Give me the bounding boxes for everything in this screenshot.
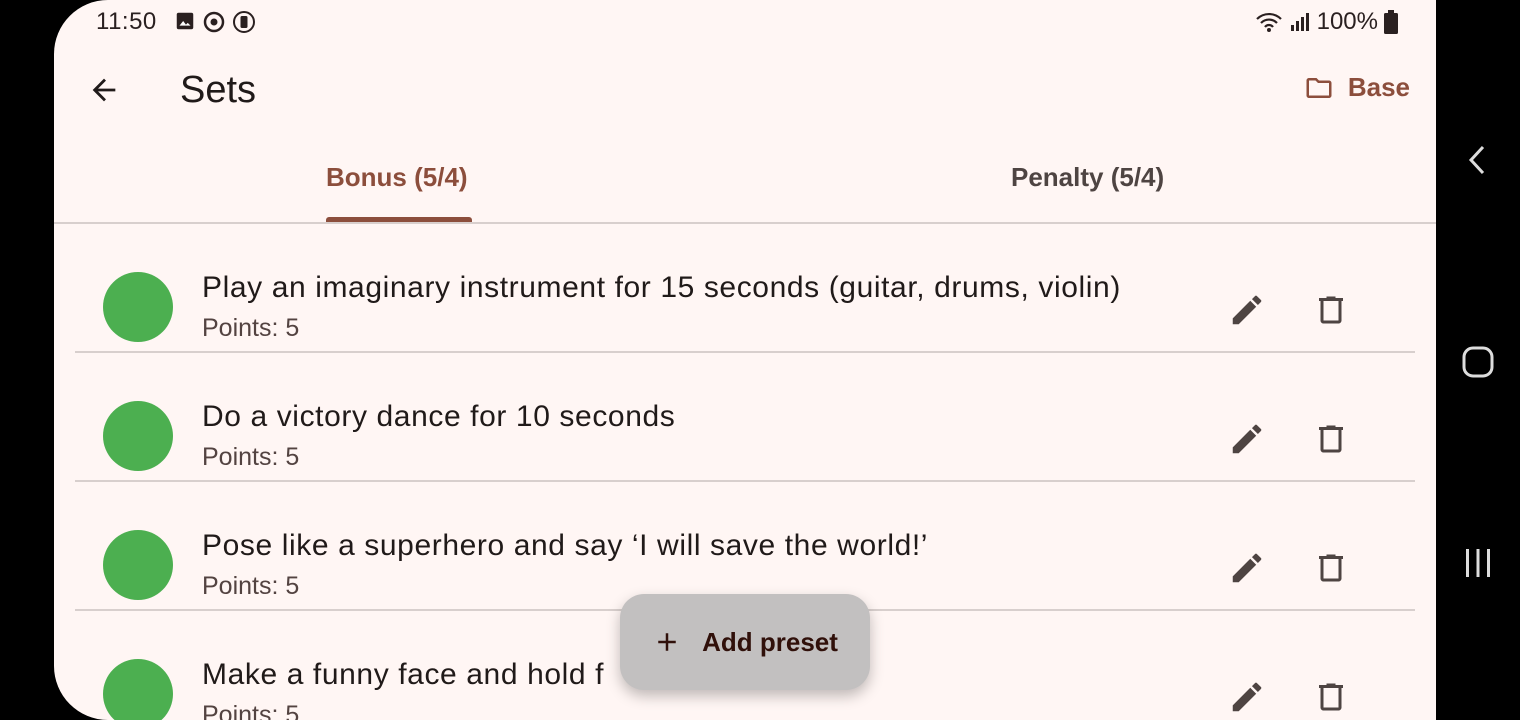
item-title: Make a funny face and hold f xyxy=(202,658,605,691)
app-screen: 11:50 100% Sets Base Bonus (5/4) Penalty… xyxy=(54,0,1436,720)
edit-icon xyxy=(1232,682,1262,712)
sync-icon xyxy=(203,11,225,33)
item-title: Do a victory dance for 10 seconds xyxy=(202,400,676,433)
nav-back-button[interactable] xyxy=(1458,140,1498,180)
tab-indicator xyxy=(326,217,472,222)
edit-button[interactable] xyxy=(1225,288,1269,332)
status-right: 100% xyxy=(1255,8,1398,36)
item-points: Points: 5 xyxy=(202,314,300,342)
edit-button[interactable] xyxy=(1225,546,1269,590)
battery-icon xyxy=(1384,10,1398,34)
status-notification-icons xyxy=(174,10,256,34)
item-points: Points: 5 xyxy=(202,572,300,600)
image-icon xyxy=(176,12,194,30)
color-dot xyxy=(103,530,173,600)
signal-icon xyxy=(1290,13,1309,31)
base-button[interactable]: Base xyxy=(1304,72,1410,103)
tab-penalty[interactable]: Penalty (5/4) xyxy=(1011,162,1164,193)
delete-button[interactable] xyxy=(1309,675,1353,719)
wifi-icon xyxy=(1255,12,1282,32)
list-item[interactable]: Play an imaginary instrument for 15 seco… xyxy=(75,224,1415,353)
tab-bar: Bonus (5/4) Penalty (5/4) xyxy=(54,140,1436,224)
tab-bonus[interactable]: Bonus (5/4) xyxy=(326,162,468,193)
battery-percent: 100% xyxy=(1316,8,1378,35)
trash-icon xyxy=(1319,296,1343,324)
color-dot xyxy=(103,272,173,342)
edit-icon xyxy=(1232,295,1262,325)
nav-home-button[interactable] xyxy=(1458,342,1498,382)
folder-icon xyxy=(1306,77,1332,98)
delete-button[interactable] xyxy=(1309,288,1353,332)
edit-icon xyxy=(1232,424,1262,454)
list-item[interactable]: Do a victory dance for 10 seconds Points… xyxy=(75,353,1415,482)
edit-icon xyxy=(1232,553,1262,583)
trash-icon xyxy=(1319,425,1343,453)
edit-button[interactable] xyxy=(1225,675,1269,719)
add-preset-button[interactable]: Add preset xyxy=(620,594,870,690)
recents-icon xyxy=(1466,549,1490,577)
app-bar: Sets Base xyxy=(54,44,1436,140)
list-item[interactable]: Pose like a superhero and say ‘I will sa… xyxy=(75,482,1415,611)
item-points: Points: 5 xyxy=(202,443,300,471)
page-title: Sets xyxy=(180,69,257,111)
nav-recents-button[interactable] xyxy=(1458,543,1498,583)
color-dot xyxy=(103,401,173,471)
home-icon xyxy=(1462,346,1494,378)
trash-icon xyxy=(1319,554,1343,582)
item-title: Pose like a superhero and say ‘I will sa… xyxy=(202,529,929,562)
color-dot xyxy=(103,659,173,720)
delete-button[interactable] xyxy=(1309,546,1353,590)
add-preset-label: Add preset xyxy=(702,626,838,657)
status-bar: 11:50 100% xyxy=(54,0,1436,44)
delete-button[interactable] xyxy=(1309,417,1353,461)
trash-icon xyxy=(1319,683,1343,711)
item-title: Play an imaginary instrument for 15 seco… xyxy=(202,271,1121,304)
status-time: 11:50 xyxy=(96,8,157,35)
arrow-back-icon xyxy=(92,78,116,102)
chevron-left-icon xyxy=(1468,145,1485,175)
back-button[interactable] xyxy=(80,66,128,114)
item-points: Points: 5 xyxy=(202,701,300,720)
base-label: Base xyxy=(1347,72,1410,102)
system-nav-bar xyxy=(1436,0,1520,720)
screen-record-icon xyxy=(233,11,255,33)
edit-button[interactable] xyxy=(1225,417,1269,461)
plus-icon xyxy=(658,633,676,651)
